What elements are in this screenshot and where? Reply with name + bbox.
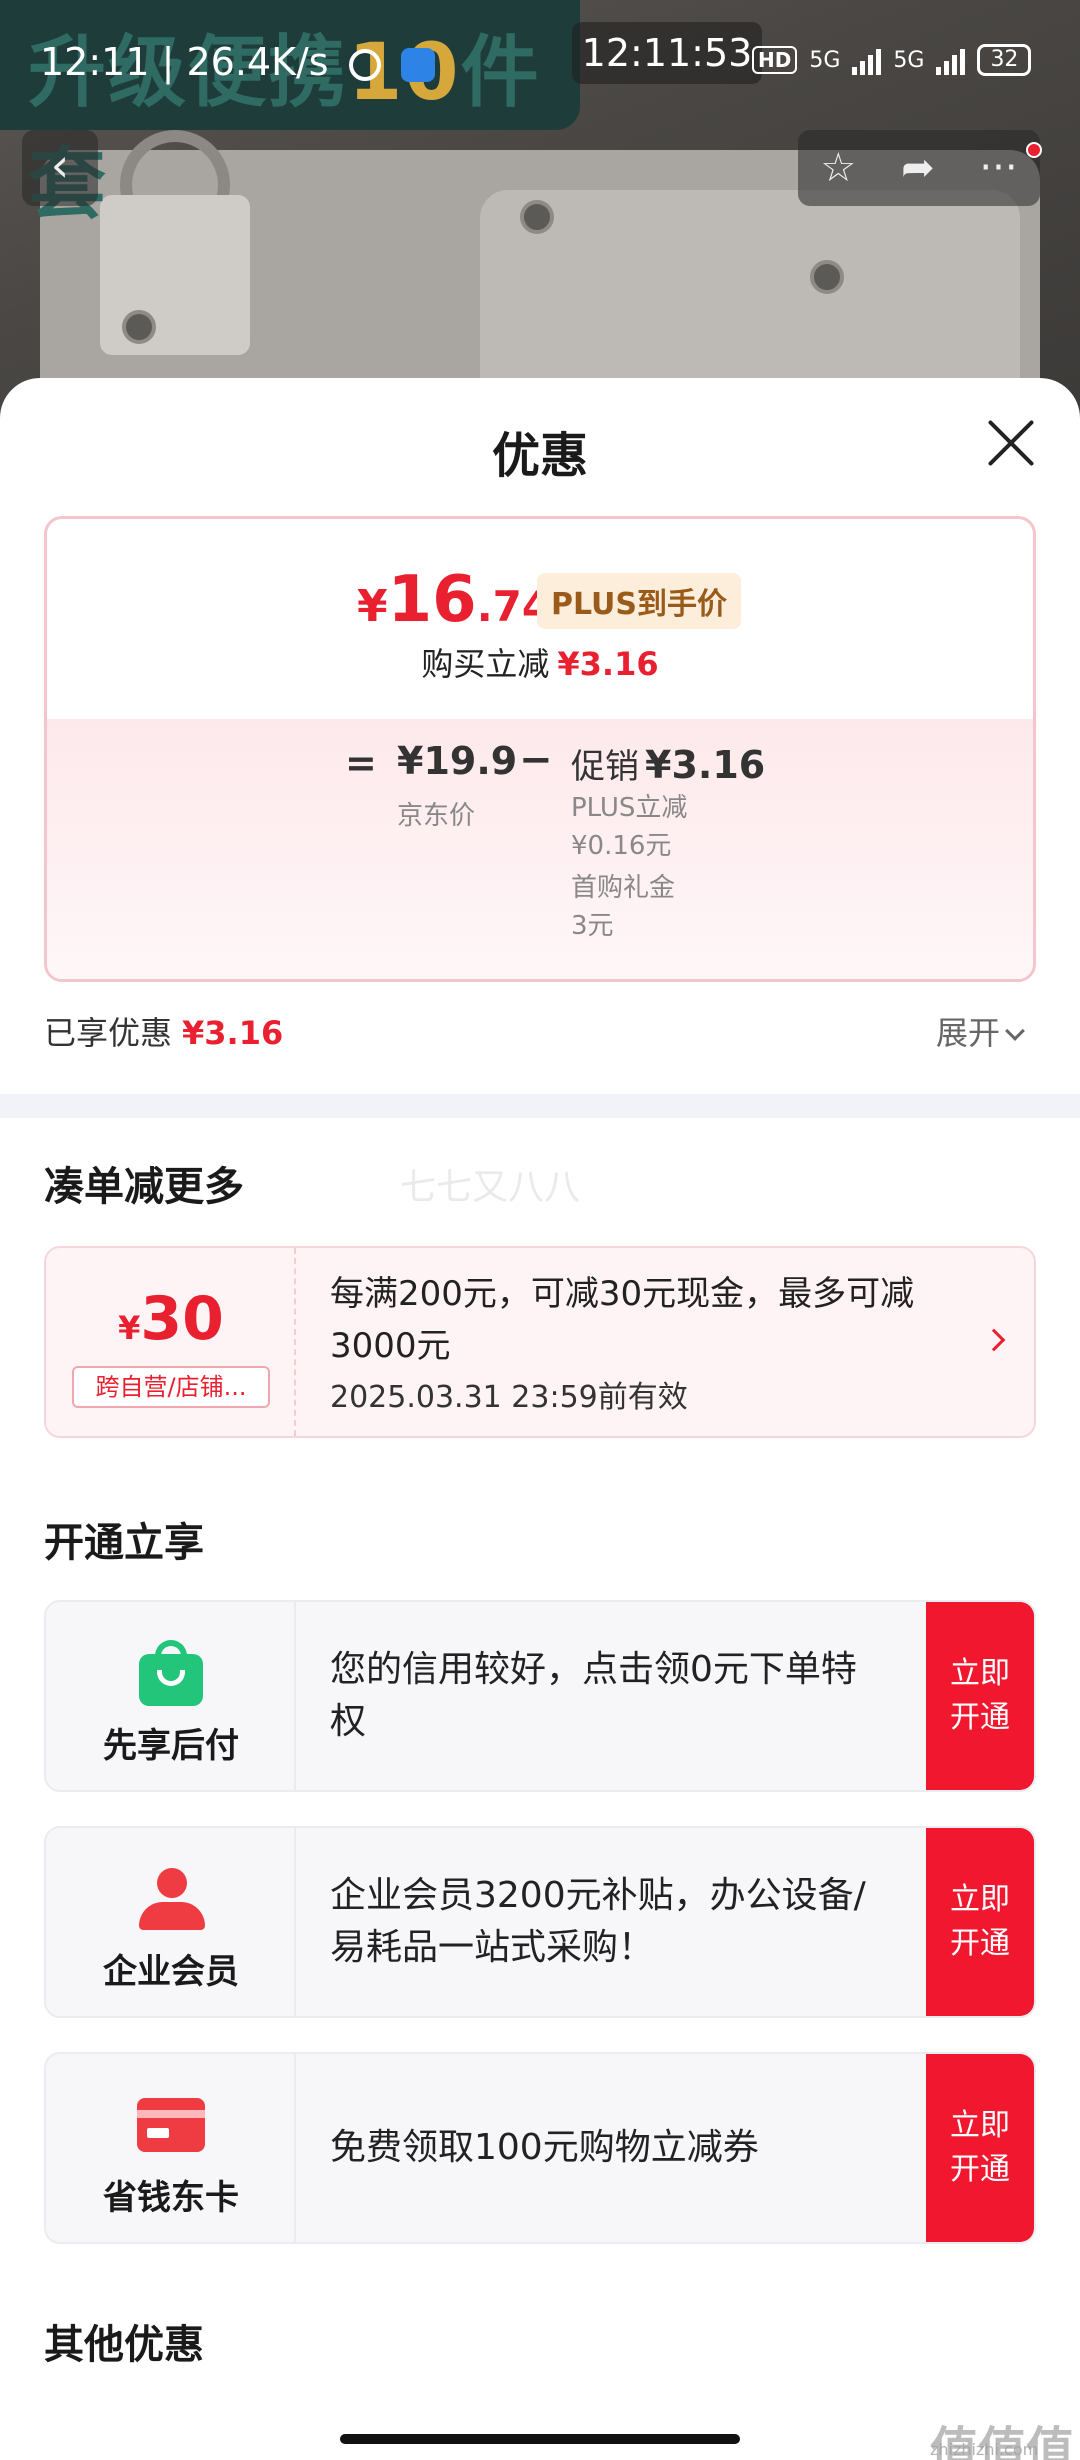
star-icon[interactable]: ☆ — [820, 145, 856, 191]
price-card: ¥16.74 PLUS到手价 购买立减 ¥3.16 = ¥19.9 京东价 − 促… — [44, 516, 1036, 982]
service-card-pay-later: 先享后付 您的信用较好，点击领0元下单特权 立即 开通 — [44, 1600, 1036, 1792]
instant-discount: 购买立减 ¥3.16 — [47, 639, 1033, 685]
download-icon — [400, 47, 435, 82]
service-description: 您的信用较好，点击领0元下单特权 — [330, 1649, 857, 1742]
status-time-speed: 12:11 | 26.4K/s — [40, 40, 329, 84]
coupon-scope-badge: 跨自营/店铺... — [72, 1366, 270, 1408]
status-clock: 12:11:53 — [572, 22, 762, 84]
instant-label: 购买立减 — [421, 645, 550, 683]
signal-icon — [852, 45, 882, 75]
status-right: HD 5G 5G 32 — [752, 44, 1032, 76]
activate-button[interactable]: 立即 开通 — [926, 1602, 1034, 1790]
jd-price-label: 京东价 — [397, 801, 476, 831]
coupon-amount: ¥30 — [46, 1284, 296, 1354]
promo-detail: ¥0.16元 — [571, 831, 672, 861]
coupon-left: ¥30 跨自营/店铺... — [46, 1248, 296, 1436]
watermark-text: 七七又八八 — [400, 1167, 581, 1208]
chevron-left-icon: ‹ — [50, 138, 70, 192]
promo-label: 促销 — [571, 747, 639, 787]
home-indicator[interactable] — [340, 2434, 740, 2444]
price-integer: 16 — [387, 563, 477, 637]
jd-price: ¥19.9 — [397, 739, 518, 783]
coupon-currency: ¥ — [118, 1309, 141, 1347]
network-label: 5G — [893, 47, 925, 73]
coupon-number: 30 — [140, 1284, 224, 1354]
service-description: 企业会员3200元补贴，办公设备/易耗品一站式采购！ — [330, 1875, 866, 1968]
screw — [810, 260, 844, 294]
minus-sign: − — [519, 737, 553, 783]
chevron-down-icon — [1005, 1021, 1025, 1041]
more-icon[interactable]: ··· — [979, 145, 1017, 191]
credit-card-icon — [137, 2098, 205, 2152]
price-summary: ¥16.74 PLUS到手价 购买立减 ¥3.16 — [47, 519, 1033, 719]
back-button[interactable]: ‹ — [22, 130, 98, 206]
service-left: 省钱东卡 — [46, 2054, 296, 2242]
promo-detail: PLUS立减 — [571, 793, 688, 823]
promo-detail: 3元 — [571, 911, 614, 941]
promo-detail: 首购礼金 — [571, 873, 676, 903]
coupon-description: 每满200元，可减30元现金，最多可减3000元 — [330, 1274, 915, 1366]
other-discounts-title: 其他优惠 — [44, 2322, 204, 2368]
final-price: ¥16.74 — [357, 563, 551, 637]
status-bar: 12:11 | 26.4K/s 12:11:53 HD 5G 5G 32 — [0, 22, 1080, 100]
promo-value: ¥3.16 — [645, 743, 766, 787]
bundle-title: 凑单减更多 — [44, 1164, 244, 1210]
signal-icon — [936, 45, 966, 75]
battery-icon: 32 — [977, 44, 1032, 76]
alarm-icon — [348, 48, 381, 81]
equals-sign: = — [345, 741, 377, 785]
network-label: 5G — [809, 47, 841, 73]
service-left: 企业会员 — [46, 1828, 296, 2016]
status-left: 12:11 | 26.4K/s — [40, 40, 435, 84]
service-name: 企业会员 — [103, 1952, 239, 1992]
notification-dot — [1026, 142, 1042, 158]
activate-button[interactable]: 立即 开通 — [926, 2054, 1034, 2242]
service-card-enterprise: 企业会员 企业会员3200元补贴，办公设备/易耗品一站式采购！ 立即 开通 — [44, 1826, 1036, 2018]
hd-icon: HD — [752, 46, 798, 74]
service-name: 省钱东卡 — [103, 2178, 239, 2218]
instant-value: ¥3.16 — [557, 645, 659, 683]
close-icon[interactable] — [988, 420, 1034, 466]
screw — [122, 310, 156, 344]
shopping-bag-icon — [139, 1640, 203, 1706]
service-name: 先享后付 — [103, 1726, 239, 1766]
action-group: ☆ ➦ ··· — [798, 130, 1042, 206]
enjoyed-label: 已享优惠 — [44, 1014, 173, 1052]
activate-title: 开通立享 — [44, 1520, 204, 1566]
price-currency: ¥ — [357, 581, 388, 632]
enjoyed-discount: 已享优惠 ¥3.16 — [44, 1008, 283, 1054]
service-left: 先享后付 — [46, 1602, 296, 1790]
expand-button[interactable]: 展开 — [936, 1008, 1025, 1054]
section-divider — [0, 1094, 1080, 1118]
coupon-validity: 2025.03.31 23:59前有效 — [330, 1380, 688, 1415]
service-card-saving-card: 省钱东卡 免费领取100元购物立减券 立即 开通 — [44, 2052, 1036, 2244]
expand-label: 展开 — [936, 1014, 1001, 1052]
service-description: 免费领取100元购物立减券 — [330, 2127, 759, 2168]
activate-button[interactable]: 立即 开通 — [926, 1828, 1034, 2016]
site-url: zhizhizhi.com — [930, 2440, 1039, 2459]
enjoyed-value: ¥3.16 — [182, 1014, 284, 1052]
promo-total: 促销 ¥3.16 — [571, 739, 765, 788]
share-icon[interactable]: ➦ — [901, 145, 935, 191]
discount-sheet: 优惠 ¥16.74 PLUS到手价 购买立减 ¥3.16 = ¥19.9 京东价 … — [0, 378, 1080, 2460]
price-breakdown: = ¥19.9 京东价 − 促销 ¥3.16 PLUS立减 ¥0.16元 首购礼金… — [47, 719, 1033, 979]
plus-price-tag: PLUS到手价 — [537, 573, 742, 629]
bundle-coupon[interactable]: ¥30 跨自营/店铺... 每满200元，可减30元现金，最多可减3000元 2… — [44, 1246, 1036, 1438]
user-icon — [139, 1868, 205, 1930]
chevron-right-icon — [982, 1328, 1006, 1352]
sheet-title: 优惠 — [491, 428, 588, 484]
